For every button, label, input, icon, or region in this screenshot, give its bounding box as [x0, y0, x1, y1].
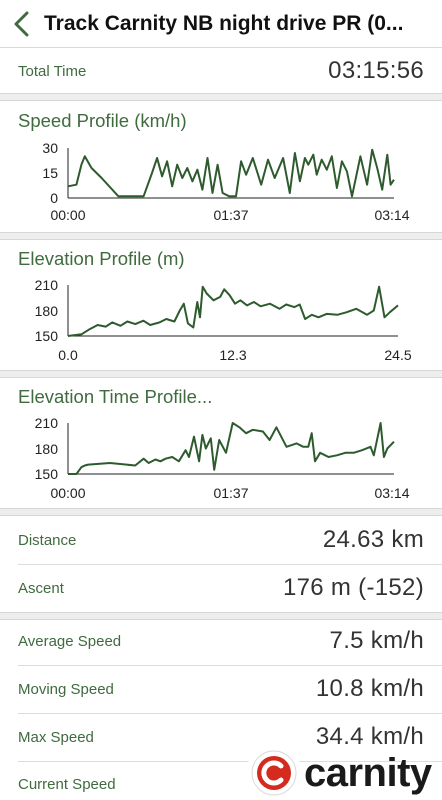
section-separator	[0, 508, 442, 516]
x-tick-label: 0.0	[58, 347, 78, 363]
speed-profile-chart: 30 15 0 00:00 01:37 03:14	[42, 140, 409, 223]
x-tick-label: 00:00	[50, 485, 85, 501]
x-tick-label: 03:14	[374, 485, 409, 501]
total-time-row: Total Time 03:15:56	[0, 48, 442, 94]
max-speed-label: Max Speed	[18, 728, 94, 746]
distance-label: Distance	[18, 531, 77, 549]
speed-series-line	[67, 148, 395, 198]
back-button[interactable]	[0, 0, 44, 48]
page-title: Track Carnity NB night drive PR (0...	[44, 11, 404, 35]
carnity-logo: carnity	[246, 744, 442, 800]
y-tick-label: 30	[42, 140, 58, 156]
section-separator	[0, 93, 442, 101]
average-speed-label: Average Speed	[18, 632, 122, 650]
distance-row: Distance 24.63 km	[0, 516, 442, 564]
header: Track Carnity NB night drive PR (0...	[0, 0, 442, 48]
y-tick-label: 180	[35, 303, 59, 319]
chevron-left-icon	[14, 11, 29, 36]
average-speed-row: Average Speed 7.5 km/h	[0, 618, 442, 664]
y-tick-label: 150	[35, 328, 59, 344]
y-tick-label: 0	[50, 190, 58, 206]
ascent-row: Ascent 176 m (-152)	[0, 564, 442, 612]
x-tick-label: 00:00	[50, 207, 85, 223]
x-tick-label: 01:37	[213, 485, 248, 501]
y-tick-label: 180	[35, 441, 59, 457]
carnity-badge-icon	[246, 745, 302, 800]
moving-speed-value: 10.8 km/h	[315, 675, 424, 702]
section-separator	[0, 232, 442, 240]
elevation-profile-title: Elevation Profile (m)	[18, 248, 185, 269]
elevation-time-profile-chart: 210 180 150 00:00 01:37 03:14	[35, 415, 410, 501]
current-speed-label: Current Speed	[18, 775, 116, 793]
moving-speed-row: Moving Speed 10.8 km/h	[0, 665, 442, 713]
elevation-profile-chart: 210 180 150 0.0 12.3 24.5	[35, 277, 412, 363]
moving-speed-label: Moving Speed	[18, 680, 114, 698]
elevation-time-profile-title: Elevation Time Profile...	[18, 386, 213, 407]
ascent-label: Ascent	[18, 579, 64, 597]
total-time-value: 03:15:56	[328, 57, 424, 84]
y-tick-label: 210	[35, 415, 59, 431]
x-tick-label: 03:14	[374, 207, 409, 223]
elevation-series-line	[67, 285, 399, 337]
y-tick-label: 15	[42, 165, 58, 181]
total-time-label: Total Time	[18, 62, 87, 80]
average-speed-value: 7.5 km/h	[329, 627, 424, 654]
carnity-logo-text: carnity	[304, 750, 432, 795]
speed-profile-title: Speed Profile (km/h)	[18, 110, 187, 131]
x-tick-label: 12.3	[219, 347, 246, 363]
x-tick-label: 24.5	[384, 347, 411, 363]
ascent-value: 176 m (-152)	[283, 574, 424, 601]
distance-value: 24.63 km	[322, 526, 424, 553]
y-tick-label: 150	[35, 466, 59, 482]
elevation-time-series-line	[68, 422, 395, 475]
section-separator	[0, 370, 442, 378]
x-tick-label: 01:37	[213, 207, 248, 223]
y-tick-label: 210	[35, 277, 59, 293]
